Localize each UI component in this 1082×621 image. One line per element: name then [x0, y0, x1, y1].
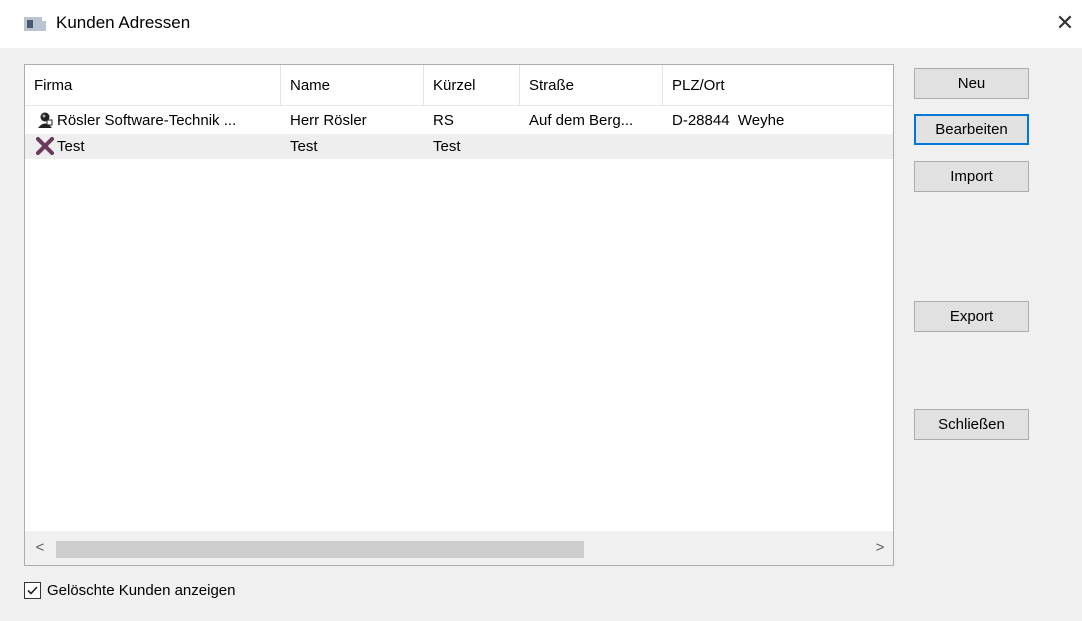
close-button[interactable]: Schließen	[914, 409, 1029, 440]
person-icon	[38, 112, 53, 128]
import-button[interactable]: Import	[914, 161, 1029, 192]
cell-name: Test	[290, 138, 318, 155]
edit-button[interactable]: Bearbeiten	[914, 114, 1029, 145]
scroll-right-icon[interactable]: >	[867, 531, 893, 565]
cell-firma: Rösler Software-Technik ...	[57, 112, 237, 129]
export-button[interactable]: Export	[914, 301, 1029, 332]
show-deleted-checkbox[interactable]	[24, 582, 41, 599]
cell-plz-ort	[672, 134, 887, 159]
column-header-strasse[interactable]: Straße	[520, 65, 663, 105]
table-row[interactable]: Test Test Test	[25, 134, 893, 159]
cell-kuerzel: Test	[433, 138, 461, 155]
table-row[interactable]: Rösler Software-Technik ... Herr Rösler …	[25, 108, 893, 133]
cell-firma: Test	[57, 138, 85, 155]
close-icon[interactable]: ✕	[1052, 10, 1078, 36]
show-deleted-label: Gelöschte Kunden anzeigen	[47, 582, 236, 599]
title-bar: Kunden Adressen ✕	[0, 0, 1082, 48]
horizontal-scrollbar[interactable]: < >	[25, 531, 893, 565]
window-title: Kunden Adressen	[56, 13, 191, 32]
deleted-x-icon	[36, 137, 54, 155]
cell-strasse	[529, 134, 659, 159]
new-button[interactable]: Neu	[914, 68, 1029, 99]
cell-strasse: Auf dem Berg...	[529, 112, 634, 129]
cell-plz-ort: D-28844 Weyhe	[672, 112, 785, 129]
window-icon	[24, 17, 46, 31]
cell-name: Herr Rösler	[290, 112, 367, 129]
scroll-left-icon[interactable]: <	[27, 531, 53, 565]
column-header-kuerzel[interactable]: Kürzel	[424, 65, 520, 105]
customer-list[interactable]: Firma Name Kürzel Straße PLZ/Ort Rösler …	[24, 64, 894, 566]
list-header: Firma Name Kürzel Straße PLZ/Ort	[25, 65, 893, 106]
checkmark-icon	[27, 586, 38, 595]
scrollbar-thumb[interactable]	[56, 541, 584, 558]
column-header-plz-ort[interactable]: PLZ/Ort	[663, 65, 893, 105]
column-header-firma[interactable]: Firma	[25, 65, 281, 105]
cell-kuerzel: RS	[433, 112, 454, 129]
column-header-name[interactable]: Name	[281, 65, 424, 105]
